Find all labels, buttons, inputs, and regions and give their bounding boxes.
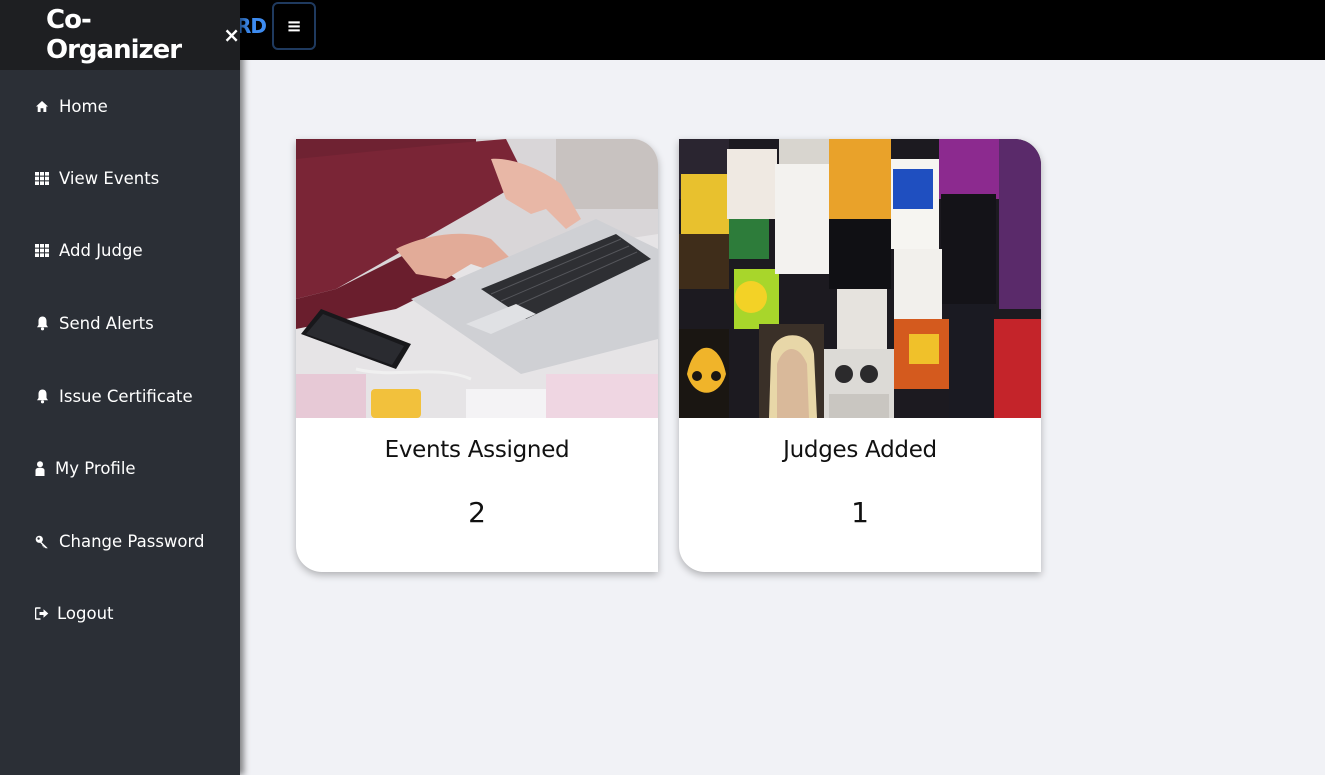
sidebar-item-add-judge[interactable]: Add Judge (34, 241, 143, 260)
laptop-photo (296, 139, 658, 418)
menu-toggle-button[interactable]: ≡ (272, 2, 316, 50)
key-icon (34, 534, 50, 550)
user-icon (34, 461, 46, 477)
sidebar-item-view-events[interactable]: View Events (34, 169, 159, 188)
brand-text: RD (236, 14, 267, 38)
card-count: 2 (468, 496, 486, 529)
sidebar-item-label: View Events (59, 169, 160, 188)
sidebar-item-label: Logout (57, 604, 114, 623)
sidebar-item-label: Send Alerts (59, 314, 154, 333)
home-icon (34, 99, 50, 115)
card-count: 1 (851, 496, 869, 529)
sidebar-item-label: Add Judge (59, 241, 143, 260)
sidebar-header: Co-Organizer × (0, 0, 240, 70)
grid-icon (34, 171, 50, 187)
hamburger-icon: ≡ (286, 15, 302, 37)
grid-icon (34, 243, 50, 259)
sidebar-title: Co-Organizer (46, 5, 182, 65)
sidebar-item-label: Home (59, 97, 108, 116)
sidebar-item-my-profile[interactable]: My Profile (34, 459, 136, 478)
sidebar-item-home[interactable]: Home (34, 97, 108, 116)
sidebar: Co-Organizer × Home View Events Add Judg… (0, 0, 240, 775)
posters-wall-photo (679, 139, 1041, 418)
events-assigned-card[interactable]: Events Assigned 2 (296, 139, 658, 572)
sidebar-item-label: Change Password (59, 532, 205, 551)
close-icon[interactable]: × (223, 23, 240, 47)
sidebar-item-label: My Profile (55, 459, 136, 478)
card-title: Judges Added (783, 437, 937, 463)
bell-icon (34, 389, 50, 405)
sidebar-item-label: Issue Certificate (59, 387, 193, 406)
sidebar-item-issue-certificate[interactable]: Issue Certificate (34, 387, 193, 406)
bell-icon (34, 316, 50, 332)
logout-icon (34, 606, 49, 622)
card-title: Events Assigned (384, 437, 570, 463)
sidebar-item-send-alerts[interactable]: Send Alerts (34, 314, 154, 333)
sidebar-item-logout[interactable]: Logout (34, 604, 114, 623)
judges-added-card[interactable]: Judges Added 1 (679, 139, 1041, 572)
sidebar-item-change-password[interactable]: Change Password (34, 532, 205, 551)
